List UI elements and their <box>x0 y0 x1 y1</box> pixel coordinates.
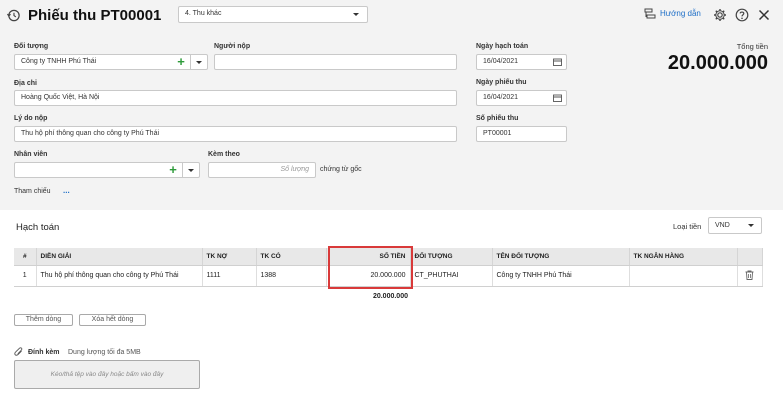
help-link[interactable]: Hướng dẫn <box>660 9 701 18</box>
so-tien-highlight <box>328 246 413 289</box>
cell-doi-tuong[interactable]: CT_PHUTHAI <box>410 265 493 287</box>
ngay-phieu-thu-value: 16/04/2021 <box>483 94 519 101</box>
help-icon[interactable] <box>735 8 749 22</box>
page-title: Phiếu thu PT00001 <box>28 7 162 24</box>
kem-theo-quantity-input[interactable]: Số lượng <box>208 162 316 178</box>
total-label: Tổng tiền <box>736 42 768 51</box>
nhan-vien-dropdown-icon[interactable] <box>188 169 194 172</box>
calendar-icon[interactable] <box>553 94 562 102</box>
add-row-button[interactable]: Thêm dòng <box>14 314 73 326</box>
cell-dien-giai[interactable]: Thu hộ phí thông quan cho công ty Phú Th… <box>36 265 203 287</box>
col-header <box>737 248 763 266</box>
guide-icon[interactable] <box>644 8 656 20</box>
currency-label: Loại tiền <box>673 222 702 231</box>
currency-select[interactable]: VND <box>708 217 762 234</box>
chung-tu-goc-text: chứng từ gốc <box>320 166 362 173</box>
col-header: TÊN ĐỐI TƯỢNG <box>492 248 630 266</box>
sum-so-tien: 20.000.000 <box>372 293 408 300</box>
col-header: TK CÓ <box>256 248 327 266</box>
nguoi-nop-label: Người nộp <box>214 43 251 50</box>
col-header: DIỄN GIẢI <box>36 248 203 266</box>
so-phieu-thu-field[interactable]: PT00001 <box>476 126 567 142</box>
col-header: ĐỐI TƯỢNG <box>410 248 493 266</box>
ngay-phieu-thu-label: Ngày phiếu thu <box>476 79 527 86</box>
cell-tk-ngan-hang[interactable] <box>629 265 738 287</box>
paperclip-icon <box>14 347 23 356</box>
currency-value: VND <box>715 222 730 229</box>
ngay-hach-toan-label: Ngày hạch toán <box>476 43 529 50</box>
row-number: 1 <box>14 265 37 287</box>
ly-do-field[interactable]: Thu hộ phí thông quan cho công ty Phú Th… <box>14 126 457 142</box>
voucher-type-select[interactable]: 4. Thu khác <box>178 6 368 23</box>
nguoi-nop-field[interactable] <box>214 54 457 70</box>
nhan-vien-label: Nhân viên <box>14 151 48 158</box>
attachment-label: Đính kèm <box>28 349 60 356</box>
cell-tk-no[interactable]: 1111 <box>202 265 257 287</box>
dia-chi-field[interactable]: Hoàng Quốc Việt, Hà Nội <box>14 90 457 106</box>
doi-tuong-label: Đối tượng <box>14 43 49 50</box>
calendar-icon[interactable] <box>553 58 562 66</box>
attachment-dropzone[interactable]: Kéo/thả tệp vào đây hoặc bấm vào đây <box>14 360 200 389</box>
doi-tuong-value: Công ty TNHH Phú Thái <box>21 58 97 65</box>
close-icon[interactable] <box>758 9 770 21</box>
ngay-hach-toan-value: 16/04/2021 <box>483 58 519 65</box>
total-value: 20.000.000 <box>667 52 768 74</box>
clear-rows-button[interactable]: Xóa hết dòng <box>79 314 146 326</box>
cell-ten-doi-tuong[interactable]: Công ty TNHH Phú Thái <box>492 265 630 287</box>
ngay-phieu-thu-field[interactable]: 16/04/2021 <box>476 90 567 106</box>
divider <box>182 163 183 177</box>
col-header: # <box>14 248 37 266</box>
tham-chieu-link[interactable]: ... <box>63 186 70 195</box>
doi-tuong-dropdown-icon[interactable] <box>196 61 202 64</box>
section-title: Hạch toán <box>16 222 60 233</box>
delete-cell <box>737 265 763 287</box>
add-nhan-vien-icon[interactable]: + <box>164 162 182 178</box>
tham-chieu-label: Tham chiếu <box>14 188 51 195</box>
col-header: TK NGÂN HÀNG <box>629 248 738 266</box>
cell-tk-co[interactable]: 1388 <box>256 265 327 287</box>
ngay-hach-toan-field[interactable]: 16/04/2021 <box>476 54 567 70</box>
trash-icon[interactable] <box>745 270 754 280</box>
attachment-limit-text: Dung lượng tối đa 5MB <box>68 349 141 356</box>
voucher-type-value: 4. Thu khác <box>185 10 222 17</box>
chevron-down-icon <box>748 224 754 227</box>
so-phieu-thu-label: Số phiếu thu <box>476 115 519 122</box>
dia-chi-label: Địa chỉ <box>14 80 37 87</box>
gear-icon[interactable] <box>713 8 727 22</box>
ly-do-label: Lý do nộp <box>14 115 48 122</box>
col-header: TK NỢ <box>202 248 257 266</box>
kem-theo-label: Kèm theo <box>208 151 240 158</box>
history-icon[interactable] <box>6 8 21 23</box>
divider <box>190 55 191 69</box>
chevron-down-icon <box>353 13 359 16</box>
add-doi-tuong-icon[interactable]: + <box>172 54 190 70</box>
